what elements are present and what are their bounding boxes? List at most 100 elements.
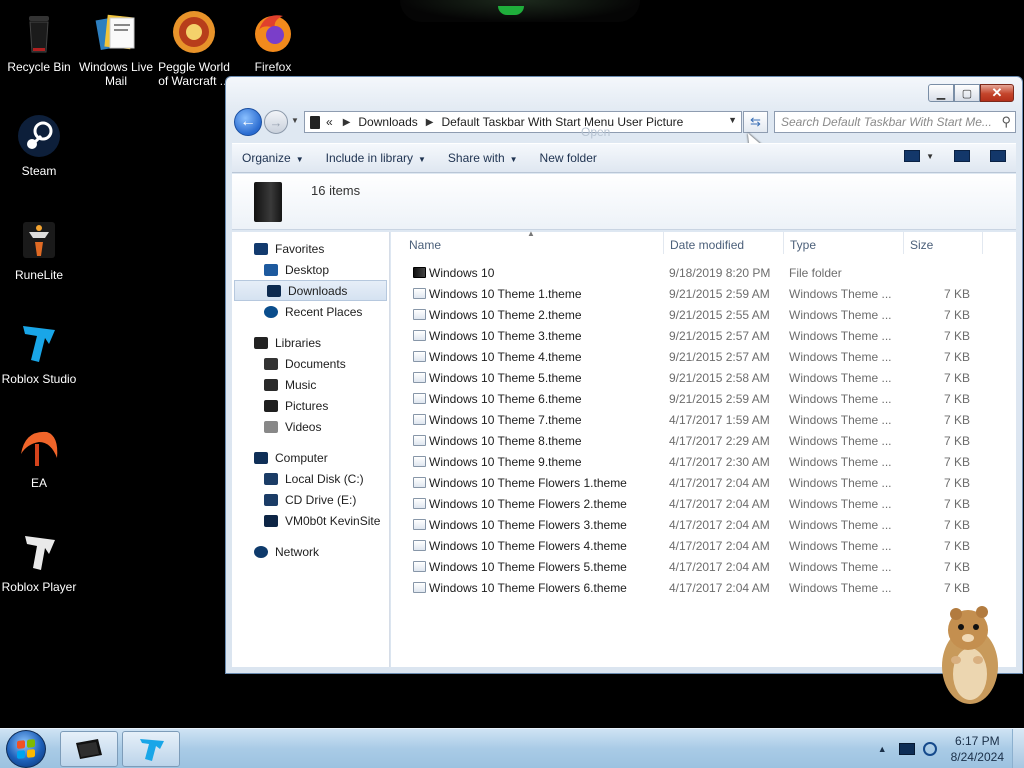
view-options-dropdown[interactable]: ▼ [926, 152, 934, 161]
nav-item-network-drive[interactable]: VM0b0t KevinSite [232, 510, 389, 531]
start-button[interactable] [6, 730, 46, 768]
nav-item-pictures[interactable]: Pictures [232, 395, 389, 416]
refresh-icon: ⇆ [750, 114, 761, 129]
address-overflow-chevrons[interactable]: « [326, 115, 333, 129]
taskbar-roblox-studio-button[interactable] [122, 731, 180, 767]
breadcrumb-current-folder[interactable]: Default Taskbar With Start Menu User Pic… [441, 115, 683, 129]
file-row[interactable]: Windows 10 Theme 1.theme 9/21/2015 2:59 A… [391, 283, 1016, 304]
file-row[interactable]: Windows 10 Theme 9.theme 4/17/2017 2:30 A… [391, 451, 1016, 472]
recent-pages-dropdown[interactable]: ▼ [291, 116, 299, 125]
file-list: ▲ Name Date modified Type Size Windows 1… [391, 229, 1016, 667]
theme-file-icon [413, 309, 426, 320]
share-with-menu[interactable]: Share with ▼ [448, 151, 518, 165]
nav-item-documents[interactable]: Documents [232, 353, 389, 374]
file-date: 9/21/2015 2:55 AM [669, 308, 770, 322]
file-row[interactable]: Windows 10 Theme Flowers 3.theme 4/17/201… [391, 514, 1016, 535]
organize-menu[interactable]: Organize ▼ [242, 151, 304, 165]
breadcrumb-downloads[interactable]: Downloads [358, 115, 417, 129]
preview-pane-icon[interactable] [954, 150, 970, 162]
mail-icon [92, 8, 140, 56]
desktop-icon-windows-live-mail[interactable]: Windows Live Mail [77, 8, 155, 88]
show-hidden-icons-icon[interactable]: ▲ [878, 744, 887, 754]
file-row[interactable]: Windows 10 Theme 8.theme 4/17/2017 2:29 A… [391, 430, 1016, 451]
search-input[interactable]: Search Default Taskbar With Start Me... … [774, 111, 1016, 133]
desktop-icon-roblox-player[interactable]: Roblox Player [0, 528, 78, 594]
file-row[interactable]: Windows 10 Theme 4.theme 9/21/2015 2:57 A… [391, 346, 1016, 367]
network-status-icon[interactable] [922, 742, 937, 756]
file-row[interactable]: Windows 10 Theme Flowers 5.theme 4/17/201… [391, 556, 1016, 577]
column-header-name[interactable]: Name [409, 238, 441, 252]
hard-drive-icon [264, 472, 278, 485]
computer-icon [254, 451, 268, 464]
file-size: 7 KB [943, 455, 970, 469]
nav-item-desktop[interactable]: Desktop [232, 259, 389, 280]
desktop-icon-peggle[interactable]: Peggle World of Warcraft ... [155, 8, 233, 88]
back-button[interactable]: ← [234, 108, 262, 136]
change-view-icon[interactable] [904, 150, 921, 162]
desktop-icon-firefox[interactable]: Firefox [234, 8, 312, 74]
desktop-icon-steam[interactable]: Steam [0, 112, 78, 178]
file-type: File folder [789, 266, 842, 280]
close-icon: ✕ [991, 85, 1003, 100]
desktop-icon-runelite[interactable]: RuneLite [0, 216, 78, 282]
desktop-icon-recycle-bin[interactable]: Recycle Bin [0, 8, 78, 74]
file-row[interactable]: Windows 10 Theme 6.theme 9/21/2015 2:59 A… [391, 388, 1016, 409]
nav-item-downloads[interactable]: Downloads [234, 280, 387, 301]
desktop-icon-roblox-studio[interactable]: Roblox Studio [0, 320, 78, 386]
nav-item-network[interactable]: Network [232, 541, 389, 562]
new-folder-button[interactable]: New folder [540, 151, 597, 165]
desktop-icon-ea[interactable]: EA [0, 424, 78, 490]
file-row[interactable]: Windows 10 9/18/2019 8:20 PM File folder [391, 262, 1016, 283]
file-size: 7 KB [943, 581, 970, 595]
theme-file-icon [413, 561, 426, 572]
file-row[interactable]: Windows 10 Theme Flowers 4.theme 4/17/201… [391, 535, 1016, 556]
nav-item-computer[interactable]: Computer [232, 447, 389, 468]
forward-button[interactable]: → [264, 110, 288, 134]
address-bar[interactable]: « ▶ Downloads ▶ Default Taskbar With Sta… [304, 111, 742, 133]
nav-item-local-disk[interactable]: Local Disk (C:) [232, 468, 389, 489]
view-controls: ▼ [904, 150, 1006, 162]
address-dropdown-icon[interactable]: ▼ [728, 115, 737, 125]
help-icon[interactable] [990, 150, 1006, 162]
column-header-type[interactable]: Type [790, 238, 816, 252]
file-type: Windows Theme ... [789, 392, 892, 406]
file-date: 9/21/2015 2:58 AM [669, 371, 770, 385]
peggle-icon [170, 8, 218, 56]
column-header-size[interactable]: Size [910, 238, 933, 252]
file-row[interactable]: Windows 10 Theme 2.theme 9/21/2015 2:55 A… [391, 304, 1016, 325]
taskbar-explorer-button[interactable] [60, 731, 118, 767]
show-desktop-button[interactable] [1012, 729, 1024, 768]
file-type: Windows Theme ... [789, 497, 892, 511]
refresh-button[interactable]: ⇆ [743, 111, 768, 133]
folder-large-icon [254, 182, 282, 222]
desktop-icon-label: Roblox Player [1, 580, 77, 594]
explorer-icon [76, 739, 102, 759]
nav-item-libraries[interactable]: Libraries [232, 332, 389, 353]
file-row[interactable]: Windows 10 Theme Flowers 1.theme 4/17/201… [391, 472, 1016, 493]
maximize-button[interactable]: ▢ [954, 84, 980, 102]
file-date: 9/21/2015 2:57 AM [669, 329, 770, 343]
desktop-icon-label: Steam [21, 164, 57, 178]
minimize-button[interactable]: ▁ [928, 84, 954, 102]
file-row[interactable]: Windows 10 Theme 3.theme 9/21/2015 2:57 A… [391, 325, 1016, 346]
theme-file-icon [413, 540, 426, 551]
star-icon [254, 242, 268, 255]
file-row[interactable]: Windows 10 Theme 5.theme 9/21/2015 2:58 A… [391, 367, 1016, 388]
close-button[interactable]: ✕ [980, 84, 1014, 102]
nav-item-videos[interactable]: Videos [232, 416, 389, 437]
nav-item-cd-drive[interactable]: CD Drive (E:) [232, 489, 389, 510]
file-row[interactable]: Windows 10 Theme Flowers 6.theme 4/17/201… [391, 577, 1016, 598]
column-header-date[interactable]: Date modified [670, 238, 744, 252]
videos-icon [264, 420, 278, 433]
chevron-down-icon: ▼ [418, 155, 426, 164]
include-in-library-menu[interactable]: Include in library ▼ [326, 151, 426, 165]
nav-item-favorites[interactable]: Favorites [232, 238, 389, 259]
clock[interactable]: 6:17 PM 8/24/2024 [951, 733, 1004, 765]
nav-item-recent-places[interactable]: Recent Places [232, 301, 389, 322]
action-center-icon[interactable] [898, 743, 915, 755]
recent-places-icon [264, 305, 278, 318]
file-row[interactable]: Windows 10 Theme 7.theme 4/17/2017 1:59 A… [391, 409, 1016, 430]
file-row[interactable]: Windows 10 Theme Flowers 2.theme 4/17/201… [391, 493, 1016, 514]
nav-item-music[interactable]: Music [232, 374, 389, 395]
file-date: 4/17/2017 2:29 AM [669, 434, 770, 448]
